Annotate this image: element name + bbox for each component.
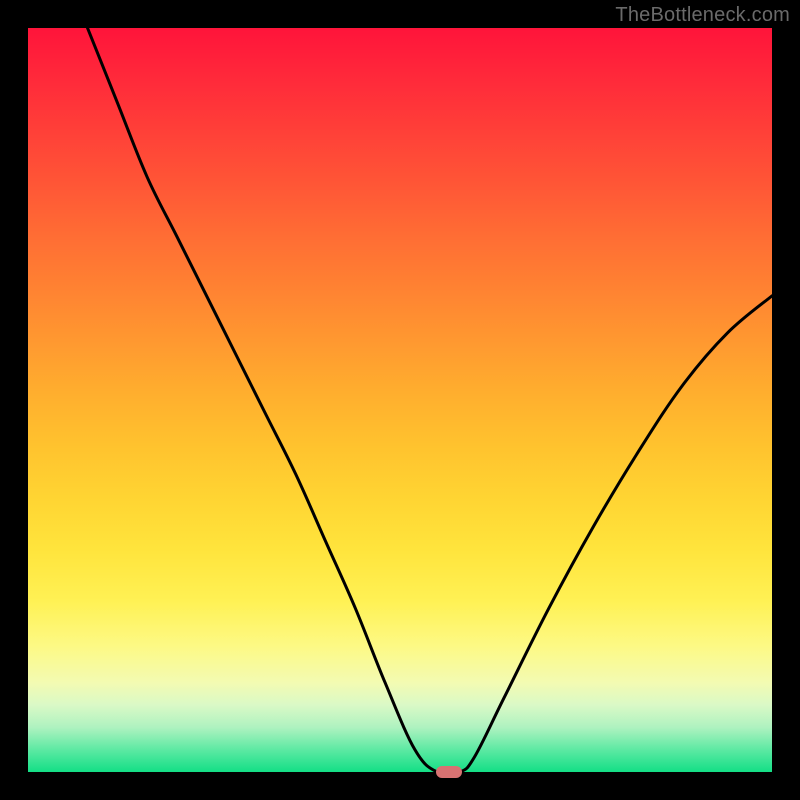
chart-frame: TheBottleneck.com — [0, 0, 800, 800]
balance-marker — [436, 766, 462, 778]
watermark-label: TheBottleneck.com — [615, 4, 790, 27]
bottleneck-curve — [28, 28, 772, 772]
